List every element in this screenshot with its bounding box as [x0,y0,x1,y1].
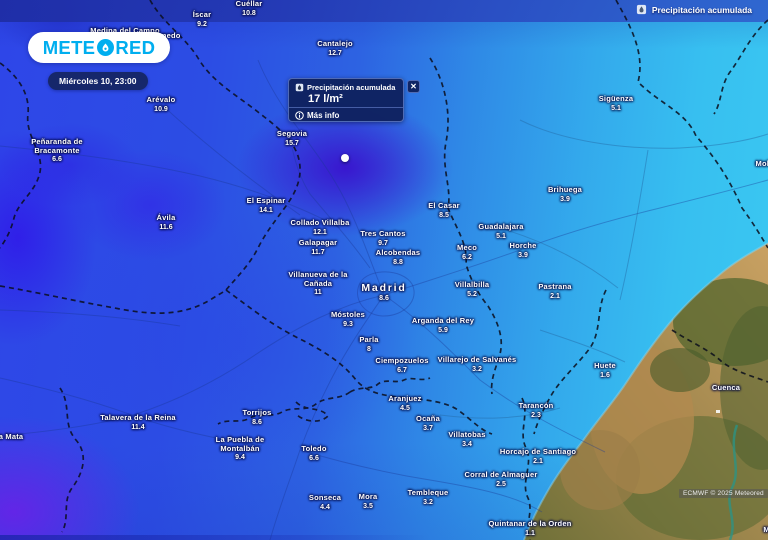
precipitation-icon [295,83,304,92]
attribution-watermark: ECMWF © 2025 Meteored [679,489,768,498]
more-info-button[interactable]: Más info [295,108,397,123]
logo-text-left: METE [43,37,96,59]
meteored-logo: METE RED [28,32,170,63]
close-icon: ✕ [410,82,417,91]
weather-map-app: Cuéllar10.8Íscar9.2Medina del CampoOlmed… [0,0,768,540]
more-info-label: Más info [307,111,339,120]
map-dark-band-bottom [0,535,430,540]
tooltip-title: Precipitación acumulada [307,83,395,92]
datetime-label: Miércoles 10, 23:00 [59,76,137,86]
info-icon [295,111,304,120]
layer-legend-chip[interactable]: Precipitación acumulada [636,4,752,15]
layer-legend-label: Precipitación acumulada [652,5,752,15]
datetime-pill: Miércoles 10, 23:00 [48,72,148,90]
tooltip-value: 17 l/m² [308,93,397,105]
logo-text-right: RED [115,37,155,59]
tooltip-close-button[interactable]: ✕ [407,80,420,93]
precipitation-tooltip: Precipitación acumulada 17 l/m² Más info [288,78,404,122]
precipitation-layer-icon [636,4,647,15]
meteored-logo-mark [97,39,114,56]
selected-point-marker [341,154,349,162]
